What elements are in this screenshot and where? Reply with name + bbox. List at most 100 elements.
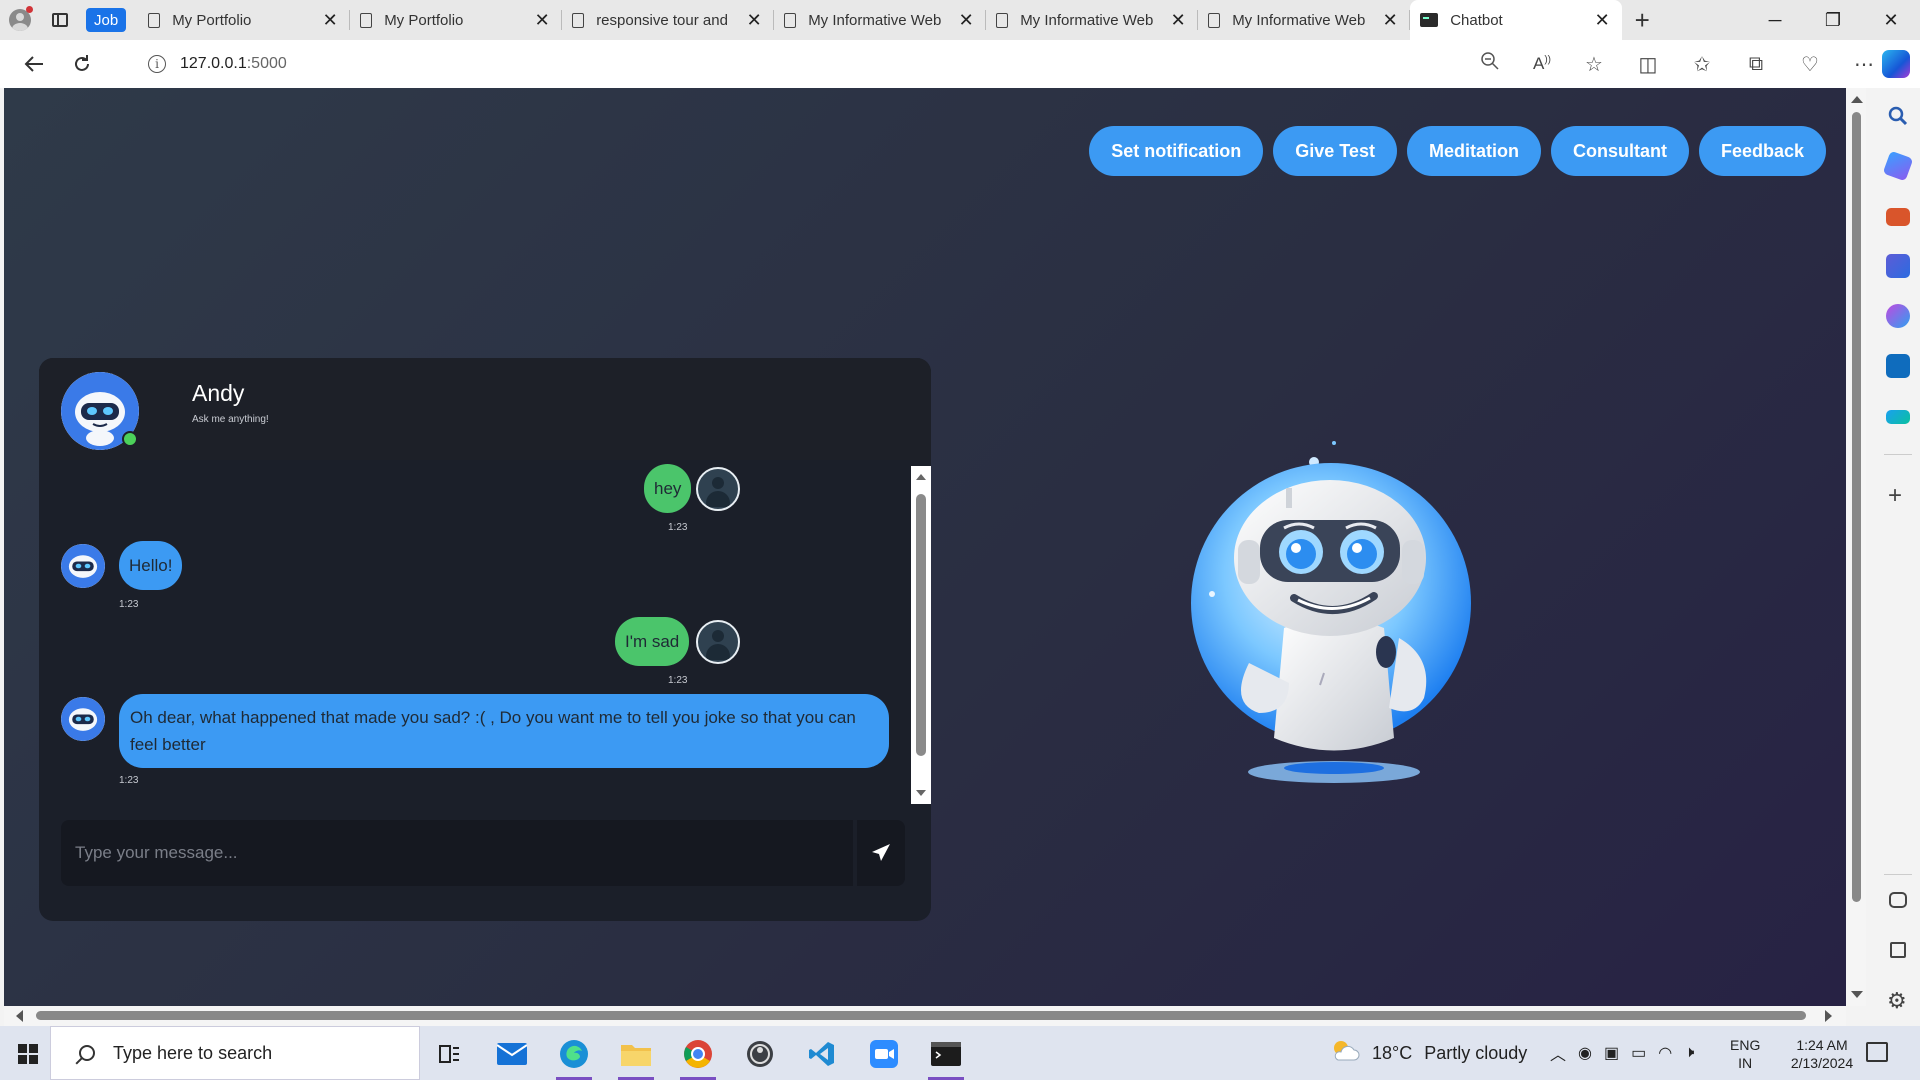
system-clock[interactable]: 1:24 AM 2/13/2024	[1782, 1036, 1862, 1072]
tab-group-chip[interactable]: Job	[86, 8, 127, 32]
mail-icon[interactable]	[490, 1034, 534, 1074]
site-info-icon[interactable]: i	[148, 55, 166, 73]
task-view-icon[interactable]	[428, 1034, 472, 1074]
close-window-button[interactable]: ✕	[1862, 0, 1920, 40]
scroll-down-arrow-icon[interactable]	[916, 790, 926, 796]
system-tray: ︿ ◉ ▣ ▭ ◠ 🕨	[1550, 1026, 1694, 1080]
horizontal-scrollbar[interactable]	[4, 1006, 1846, 1026]
chat-header: Andy Ask me anything!	[39, 358, 931, 460]
show-hidden-icons-chevron-icon[interactable]: ︿	[1550, 1041, 1566, 1065]
scroll-right-arrow-icon[interactable]	[1825, 1010, 1832, 1022]
scroll-left-arrow-icon[interactable]	[16, 1010, 23, 1022]
input-language-indicator[interactable]: ENG IN	[1730, 1036, 1760, 1072]
feedback-button[interactable]: Feedback	[1698, 126, 1826, 176]
browser-tab[interactable]: My Portfolio ✕	[138, 0, 351, 40]
close-tab-icon[interactable]: ✕	[1380, 10, 1400, 31]
outlook-icon[interactable]	[1886, 354, 1910, 378]
read-aloud-icon[interactable]: A))	[1526, 54, 1558, 74]
browser-tab-strip: Job My Portfolio ✕ My Portfolio ✕ responsi…	[0, 0, 1920, 40]
url-text: 127.0.0.1:5000	[180, 55, 287, 72]
collections-icon[interactable]: ⧉	[1740, 53, 1772, 76]
browser-essentials-icon[interactable]: ♡	[1794, 52, 1826, 77]
send-icon	[872, 844, 890, 861]
back-arrow-icon[interactable]	[10, 40, 58, 88]
taskbar-search[interactable]: Type here to search	[50, 1026, 420, 1080]
zoom-out-icon[interactable]	[1474, 51, 1506, 77]
chat-window: Andy Ask me anything! hey 1:23 Hello! 1:…	[39, 358, 931, 921]
more-menu-icon[interactable]: ⋯	[1848, 52, 1880, 77]
browser-tab-active[interactable]: Chatbot ✕	[1410, 0, 1623, 40]
scroll-thumb[interactable]	[916, 494, 926, 756]
scroll-down-arrow-icon[interactable]	[1851, 991, 1863, 998]
scroll-up-arrow-icon[interactable]	[1851, 96, 1863, 103]
browser-tab[interactable]: My Informative Web ✕	[1198, 0, 1411, 40]
address-bar[interactable]: i 127.0.0.1:5000	[126, 46, 1586, 82]
meet-now-icon[interactable]: ▣	[1604, 1043, 1619, 1063]
notification-center-icon[interactable]	[1866, 1042, 1888, 1062]
sidebar-settings-icon[interactable]: ⚙	[1887, 988, 1911, 1013]
browser-tab[interactable]: responsive tour and ✕	[562, 0, 775, 40]
restore-button[interactable]: ❐	[1804, 0, 1862, 40]
message-input[interactable]	[61, 820, 853, 886]
shopping-tag-icon[interactable]	[1882, 150, 1914, 182]
refresh-icon[interactable]	[58, 40, 106, 88]
file-explorer-icon[interactable]	[614, 1034, 658, 1080]
telegram-icon[interactable]	[1886, 410, 1910, 424]
page-icon	[360, 12, 373, 28]
profile-avatar[interactable]	[0, 0, 40, 40]
favorite-star-icon[interactable]: ☆	[1578, 52, 1610, 77]
open-external-icon[interactable]	[1890, 942, 1906, 958]
volume-muted-icon[interactable]: 🕨	[1684, 1044, 1694, 1062]
close-tab-icon[interactable]: ✕	[320, 10, 340, 31]
vscode-icon[interactable]	[800, 1034, 844, 1074]
minimize-button[interactable]: ─	[1746, 0, 1804, 40]
close-tab-icon[interactable]: ✕	[1592, 10, 1612, 31]
consultant-button[interactable]: Consultant	[1550, 126, 1689, 176]
scroll-up-arrow-icon[interactable]	[916, 474, 926, 480]
sidebar-search-icon[interactable]	[1886, 104, 1910, 128]
horizontal-scroll-thumb[interactable]	[36, 1011, 1806, 1020]
close-tab-icon[interactable]: ✕	[1168, 10, 1188, 31]
games-icon[interactable]	[1886, 254, 1910, 278]
partly-cloudy-icon	[1330, 1038, 1360, 1069]
hide-sidebar-icon[interactable]	[1889, 892, 1907, 908]
record-icon[interactable]: ◉	[1578, 1043, 1592, 1063]
browser-tab[interactable]: My Portfolio ✕	[350, 0, 563, 40]
add-sidebar-app-icon[interactable]: +	[1888, 482, 1902, 510]
close-tab-icon[interactable]: ✕	[956, 10, 976, 31]
chat-scrollbar[interactable]	[911, 466, 931, 804]
obs-studio-icon[interactable]	[738, 1034, 782, 1074]
tools-icon[interactable]	[1886, 208, 1910, 226]
battery-icon[interactable]: ▭	[1631, 1043, 1646, 1063]
new-tab-button[interactable]: +	[1622, 5, 1662, 36]
browser-tab[interactable]: My Informative Web ✕	[774, 0, 987, 40]
window-controls: ─ ❐ ✕	[1746, 0, 1920, 40]
vertical-scroll-thumb[interactable]	[1852, 112, 1861, 902]
vertical-scrollbar[interactable]	[1846, 88, 1866, 1006]
message-time: 1:23	[119, 599, 139, 610]
user-avatar	[696, 467, 740, 511]
meditation-button[interactable]: Meditation	[1406, 126, 1541, 176]
close-tab-icon[interactable]: ✕	[532, 10, 552, 31]
copilot-icon[interactable]	[1882, 50, 1910, 78]
split-screen-icon[interactable]: ◫	[1632, 52, 1664, 77]
edge-browser-icon[interactable]	[552, 1034, 596, 1080]
set-notification-button[interactable]: Set notification	[1089, 126, 1264, 176]
close-tab-icon[interactable]: ✕	[744, 10, 764, 31]
favorites-icon[interactable]: ✩	[1686, 52, 1718, 77]
browser-toolbar: i 127.0.0.1:5000 A)) ☆ ◫ ✩ ⧉ ♡ ⋯	[0, 40, 1920, 88]
give-test-button[interactable]: Give Test	[1273, 126, 1397, 176]
windows-start-icon[interactable]	[18, 1044, 38, 1064]
zoom-icon[interactable]	[862, 1034, 906, 1074]
tab-actions-icon[interactable]	[40, 0, 80, 40]
wifi-icon[interactable]: ◠	[1658, 1043, 1672, 1063]
terminal-icon[interactable]	[924, 1034, 968, 1080]
chrome-icon[interactable]	[676, 1034, 720, 1080]
page-icon	[148, 12, 161, 28]
bot-message-bubble: Oh dear, what happened that made you sad…	[119, 694, 889, 768]
page-viewport: Set notification Give Test Meditation Co…	[4, 88, 1846, 1006]
send-button[interactable]	[857, 820, 905, 886]
weather-widget[interactable]: 18°C Partly cloudy	[1330, 1026, 1527, 1080]
microsoft-365-icon[interactable]	[1886, 304, 1910, 328]
browser-tab[interactable]: My Informative Web ✕	[986, 0, 1199, 40]
